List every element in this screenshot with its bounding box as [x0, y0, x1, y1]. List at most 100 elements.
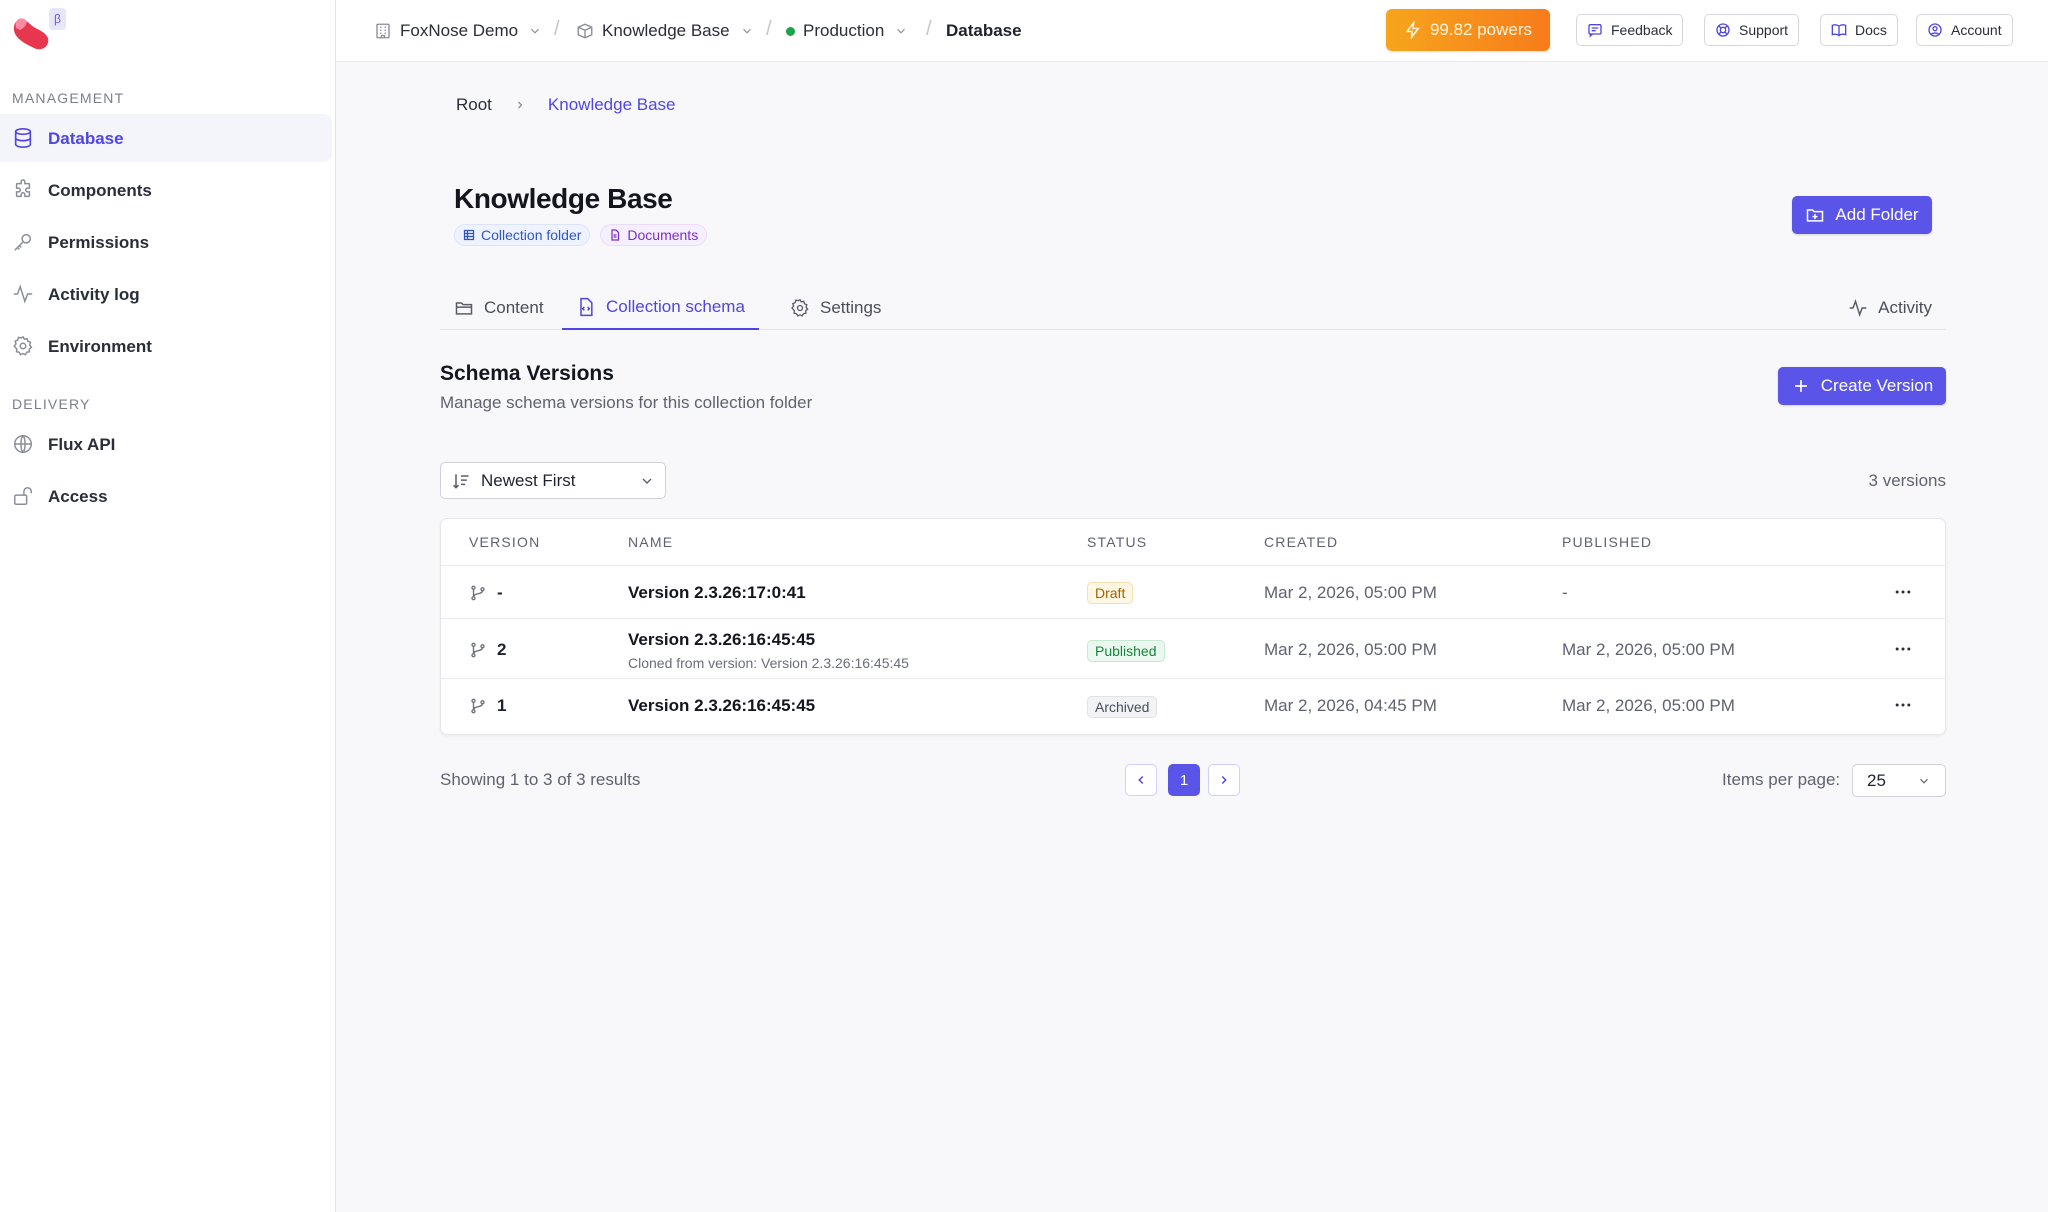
- status-badge: Archived: [1087, 696, 1158, 718]
- sidebar-item-access[interactable]: Access: [0, 472, 332, 520]
- git-branch-icon: [469, 641, 487, 659]
- tab-label: Settings: [820, 297, 882, 317]
- docs-button[interactable]: Docs: [1820, 14, 1898, 46]
- version-count: 3 versions: [1868, 471, 1946, 490]
- topbar-separator: /: [554, 18, 560, 40]
- column-header-published: PUBLISHED: [1562, 534, 1653, 550]
- sidebar-item-label: Components: [48, 180, 152, 200]
- created-date: Mar 2, 2026, 05:00 PM: [1264, 583, 1437, 602]
- column-header-status: STATUS: [1087, 534, 1148, 550]
- table-row[interactable]: 1 Version 2.3.26:16:45:45 Archived Mar 2…: [441, 678, 1945, 734]
- breadcrumb-current[interactable]: Knowledge Base: [548, 95, 676, 115]
- section-title: Schema Versions: [440, 362, 614, 385]
- tab-content[interactable]: Content: [440, 285, 558, 330]
- git-branch-icon: [469, 584, 487, 602]
- row-actions-button[interactable]: [1893, 639, 1913, 659]
- items-per-page-label: Items per page:: [1722, 770, 1841, 789]
- topbar-crumb-current: Database: [946, 21, 1022, 40]
- sort-select-value: Newest First: [481, 470, 576, 490]
- status-dot: [786, 26, 795, 36]
- page-title: Knowledge Base: [454, 183, 673, 214]
- lifebuoy-icon: [1715, 22, 1731, 38]
- chevron-down-icon: [894, 24, 908, 38]
- created-date: Mar 2, 2026, 05:00 PM: [1264, 640, 1437, 659]
- tag-label: Documents: [627, 227, 699, 243]
- gear-icon: [790, 298, 810, 318]
- message-icon: [1587, 22, 1603, 38]
- topbar-crumb-environment[interactable]: Production: [786, 0, 908, 62]
- add-folder-label: Add Folder: [1835, 205, 1919, 224]
- user-circle-icon: [1927, 22, 1943, 38]
- topbar-crumb-organization[interactable]: FoxNose Demo: [374, 0, 542, 62]
- sidebar-item-components[interactable]: Components: [0, 166, 332, 214]
- sidebar-item-activity-log[interactable]: Activity log: [0, 270, 332, 318]
- sidebar: β MANAGEMENT Database Components Permiss…: [0, 0, 336, 1212]
- versions-table: VERSION NAME STATUS CREATED PUBLISHED - …: [440, 518, 1946, 735]
- version-cloned-from: Cloned from version: Version 2.3.26:16:4…: [628, 655, 909, 671]
- sort-select[interactable]: Newest First: [440, 462, 666, 499]
- next-page-button[interactable]: [1208, 764, 1240, 796]
- feedback-button[interactable]: Feedback: [1576, 14, 1684, 46]
- version-name: Version 2.3.26:16:45:45: [628, 696, 816, 715]
- topbar-crumb-label: Knowledge Base: [602, 21, 730, 40]
- chevron-left-icon: [1134, 773, 1148, 787]
- box-icon: [576, 22, 594, 40]
- plus-icon: [1791, 376, 1811, 396]
- tab-activity[interactable]: Activity: [1834, 285, 1946, 330]
- sidebar-item-environment[interactable]: Environment: [0, 322, 332, 370]
- globe-icon: [12, 433, 34, 455]
- support-button[interactable]: Support: [1704, 14, 1800, 46]
- chevron-right-icon: [1217, 773, 1231, 787]
- status-cell: Archived: [1087, 696, 1158, 718]
- row-actions-button[interactable]: [1893, 582, 1913, 602]
- row-actions-button[interactable]: [1893, 695, 1913, 715]
- tag-label: Collection folder: [481, 227, 582, 243]
- sidebar-item-flux-api[interactable]: Flux API: [0, 420, 332, 468]
- tab-collection-schema[interactable]: Collection schema: [562, 285, 759, 330]
- pagination-summary: Showing 1 to 3 of 3 results: [440, 770, 641, 789]
- create-version-button[interactable]: Create Version: [1778, 367, 1946, 405]
- more-horizontal-icon: [1893, 695, 1913, 715]
- items-per-page-select[interactable]: 25: [1852, 764, 1946, 797]
- table-row[interactable]: - Version 2.3.26:17:0:41 Draft Mar 2, 20…: [441, 565, 1945, 618]
- section-subtitle: Manage schema versions for this collecti…: [440, 393, 813, 412]
- lightning-icon: [1404, 21, 1422, 39]
- status-cell: Published: [1087, 640, 1165, 662]
- beta-badge: β: [49, 8, 66, 30]
- chevron-down-icon: [1917, 774, 1931, 788]
- account-button[interactable]: Account: [1916, 14, 2013, 46]
- version-number: -: [497, 583, 503, 602]
- status-cell: Draft: [1087, 582, 1134, 604]
- sidebar-item-permissions[interactable]: Permissions: [0, 218, 332, 266]
- powers-label: 99.82 powers: [1429, 20, 1533, 39]
- table-row[interactable]: 2 Version 2.3.26:16:45:45 Cloned from ve…: [441, 618, 1945, 678]
- version-cell: 2: [469, 640, 506, 660]
- puzzle-icon: [12, 179, 34, 201]
- breadcrumb: Root Knowledge Base: [456, 95, 676, 115]
- breadcrumb-root[interactable]: Root: [456, 95, 492, 115]
- docs-label: Docs: [1855, 22, 1887, 38]
- topbar-crumb-project[interactable]: Knowledge Base: [576, 0, 754, 62]
- tab-settings[interactable]: Settings: [776, 285, 895, 330]
- git-branch-icon: [469, 697, 487, 715]
- activity-icon: [12, 283, 34, 305]
- sidebar-section-management: MANAGEMENT: [12, 90, 125, 106]
- column-header-version: VERSION: [469, 534, 541, 550]
- document-icon: [609, 229, 621, 241]
- sidebar-section-delivery: DELIVERY: [12, 396, 91, 412]
- name-cell: Version 2.3.26:16:45:45 Cloned from vers…: [628, 630, 909, 671]
- version-name: Version 2.3.26:17:0:41: [628, 583, 806, 602]
- lock-open-icon: [12, 485, 34, 507]
- support-label: Support: [1739, 22, 1789, 38]
- feedback-label: Feedback: [1611, 22, 1673, 38]
- topbar-crumb-label: Production: [803, 21, 885, 40]
- grid-icon: [463, 229, 475, 241]
- sidebar-item-database[interactable]: Database: [0, 114, 332, 162]
- key-icon: [12, 231, 34, 253]
- page-button-current[interactable]: 1: [1168, 764, 1200, 796]
- add-folder-button[interactable]: Add Folder: [1792, 196, 1932, 234]
- previous-page-button[interactable]: [1125, 764, 1157, 796]
- sort-descending-icon: [451, 471, 471, 491]
- column-header-created: CREATED: [1264, 534, 1339, 550]
- powers-button[interactable]: 99.82 powers: [1386, 9, 1550, 51]
